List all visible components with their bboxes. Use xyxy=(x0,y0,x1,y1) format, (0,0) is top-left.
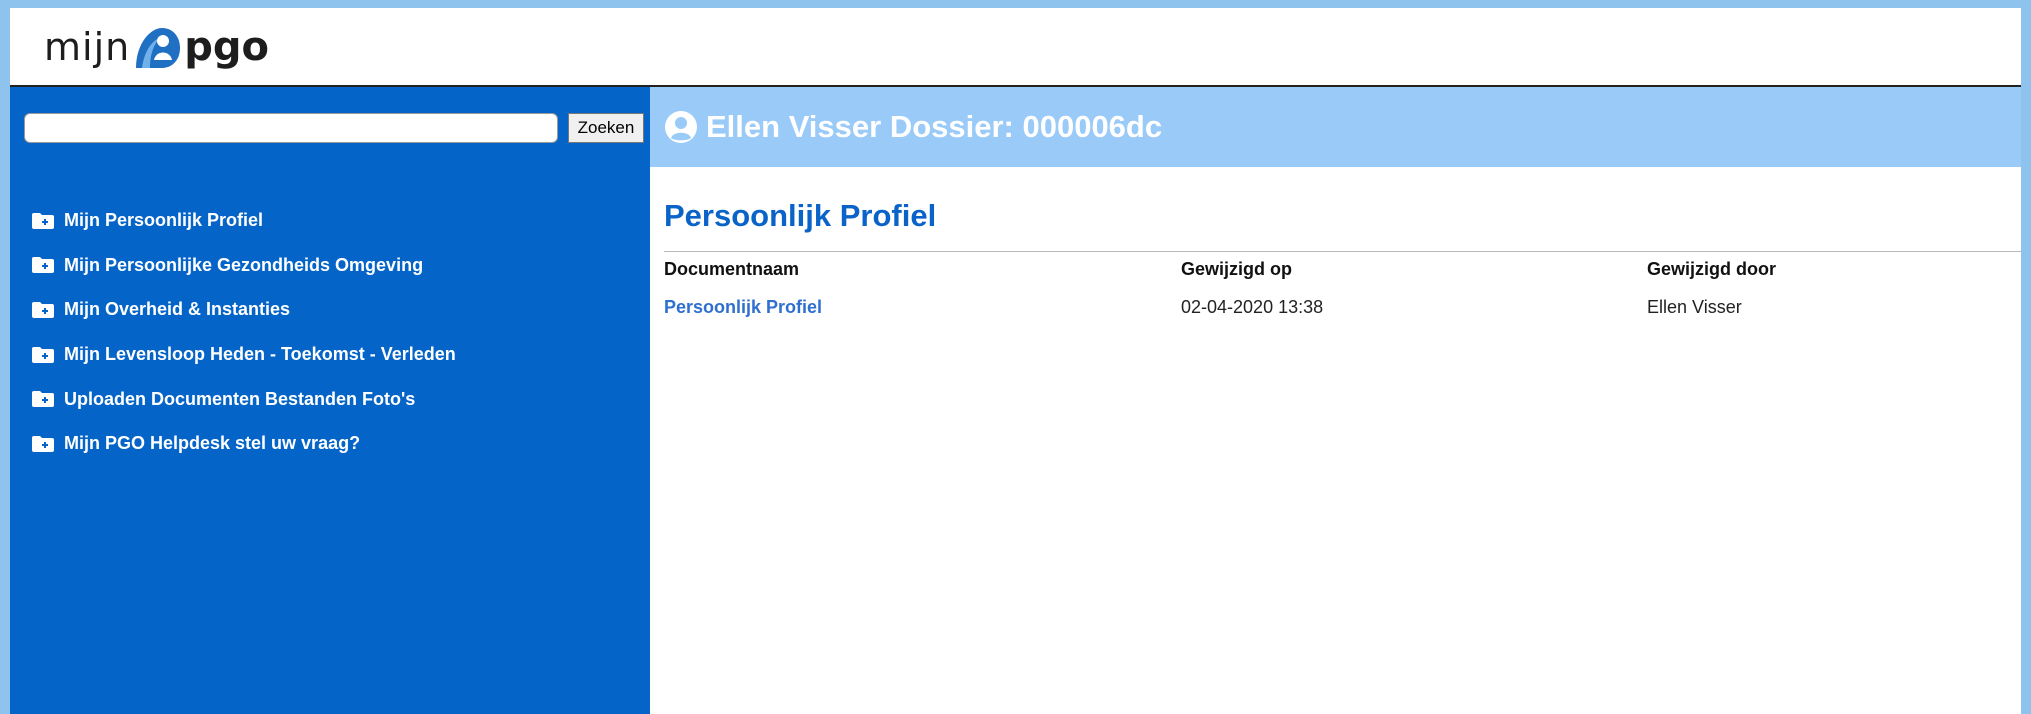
sidebar-item-label: Mijn Persoonlijk Profiel xyxy=(64,210,264,231)
sidebar-item-label: Mijn Persoonlijke Gezondheids Omgeving xyxy=(64,254,424,275)
logo-text-pgo: pgo xyxy=(184,24,269,70)
column-header-gewijzigd-door: Gewijzigd door xyxy=(1647,259,1776,279)
modified-by: Ellen Visser xyxy=(1647,297,1742,317)
logo-text-mijn: mijn xyxy=(44,25,131,69)
modified-date: 02-04-2020 13:38 xyxy=(1181,297,1324,317)
user-circle-icon xyxy=(665,111,697,143)
top-bar: mijn pgo xyxy=(10,8,2021,87)
logo-mark-icon xyxy=(136,28,181,68)
column-header-documentnaam: Documentnaam xyxy=(664,259,800,279)
document-link[interactable]: Persoonlijk Profiel xyxy=(664,297,822,318)
sidebar-item-label: Uploaden Documenten Bestanden Foto's xyxy=(64,388,416,409)
search-input[interactable] xyxy=(24,113,558,143)
sidebar-item-label: Mijn Overheid & Instanties xyxy=(64,299,291,320)
sidebar-nav: Mijn Persoonlijk Profiel Mijn Persoonlij… xyxy=(32,190,456,475)
logo[interactable]: mijn pgo xyxy=(44,22,269,72)
folder-plus-icon xyxy=(32,301,54,318)
page-title: Persoonlijk Profiel xyxy=(664,198,937,233)
sidebar: Zoeken Mijn Persoonlijk Profiel Mijn Per… xyxy=(10,87,650,714)
folder-plus-icon xyxy=(32,391,54,408)
divider xyxy=(664,251,2021,252)
dossier-title: Ellen Visser Dossier: 000006dc xyxy=(706,109,1163,144)
folder-plus-icon xyxy=(32,435,54,452)
column-header-gewijzigd-op: Gewijzigd op xyxy=(1181,259,1292,279)
folder-plus-icon xyxy=(32,257,54,274)
folder-plus-icon xyxy=(32,212,54,229)
sidebar-item-label: Mijn Levensloop Heden - Toekomst - Verle… xyxy=(64,344,456,365)
search-button[interactable]: Zoeken xyxy=(568,113,644,143)
sidebar-item-label: Mijn PGO Helpdesk stel uw vraag? xyxy=(64,433,361,454)
app-window: mijn pgo Zoeken Mijn Persoonlijk Profiel… xyxy=(10,8,2021,714)
sidebar-item-helpdesk[interactable]: Mijn PGO Helpdesk stel uw vraag? xyxy=(32,413,456,475)
dossier-header: Ellen Visser Dossier: 000006dc xyxy=(650,87,2021,167)
folder-plus-icon xyxy=(32,346,54,363)
